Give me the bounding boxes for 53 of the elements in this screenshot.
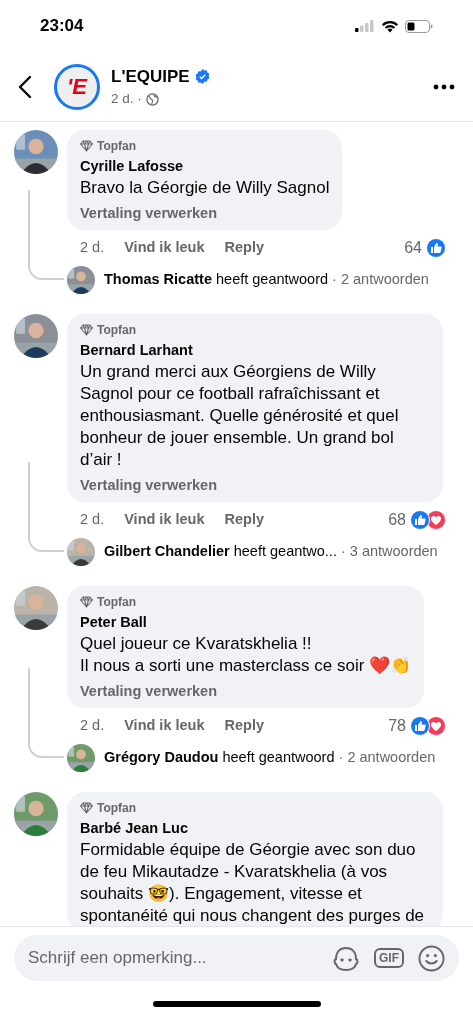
battery-icon [405, 19, 433, 33]
back-icon[interactable] [18, 74, 32, 99]
comment-author[interactable]: Barbé Jean Luc [80, 817, 430, 839]
gif-button[interactable]: GIF [374, 948, 404, 968]
translate-link[interactable]: Vertaling verwerken [80, 201, 330, 225]
comment-time: 2 d. [80, 716, 105, 736]
topfan-label: Topfan [97, 138, 137, 155]
translate-link[interactable]: Vertaling verwerken [80, 679, 412, 703]
reply-summary[interactable]: Gilbert Chandelier heeft geantwo... · 3 antwoorden [104, 541, 438, 563]
reply-link[interactable]: Reply [224, 509, 264, 531]
signal-icon [355, 20, 375, 32]
status-time: 23:04 [40, 15, 84, 38]
emoji-icon[interactable] [418, 944, 445, 972]
post-meta: 2 d. · [111, 90, 142, 109]
reply-link[interactable]: Reply [224, 715, 264, 737]
diamond-icon [80, 324, 93, 336]
reply-summary[interactable]: Thomas Ricatte heeft geantwoord · 2 antwoorden [104, 269, 429, 291]
reply-summary[interactable]: Grégory Daudou heeft geantwoord · 2 antwoorden [104, 747, 436, 769]
comment-field[interactable]: Schrijf een opmerking... GIF [14, 935, 459, 981]
comment-author[interactable]: Cyrille Lafosse [80, 155, 330, 177]
comment-text: Bravo la Géorgie de Willy Sagnol [80, 177, 330, 199]
topfan-label: Topfan [97, 594, 137, 611]
comment-text: Formidable équipe de Géorgie avec son duo de feu Mikautadze - Kvaratskhelia (à vos souhaits 🤓). Engagement, vitesse et spontanéité qui nous changent des purges de [80, 839, 426, 926]
comment-text: Un grand merci aux Géorgiens de Willy Sagnol pour ce football rafraîchissant et enthousiasmant. Quelle générosité et quel bonheur de jouer ensemble. Un grand bol d’air ! [80, 361, 400, 471]
like-link[interactable]: Vind ik leuk [124, 237, 205, 259]
heart-reaction-icon [426, 510, 446, 530]
diamond-icon [80, 802, 93, 814]
globe-icon [145, 92, 159, 106]
comment-time: 2 d. [80, 238, 105, 258]
topfan-label: Topfan [97, 800, 137, 817]
reaction-count: 64 [404, 238, 422, 258]
comment-author[interactable]: Peter Ball [80, 611, 412, 633]
like-link[interactable]: Vind ik leuk [124, 509, 205, 531]
more-icon[interactable] [433, 83, 455, 90]
like-reaction-icon [410, 510, 430, 530]
topfan-label: Topfan [97, 322, 137, 339]
page-name[interactable]: L'EQUIPE [111, 63, 190, 90]
avatar-sticker-icon[interactable] [332, 945, 360, 971]
comment-author[interactable]: Bernard Larhant [80, 339, 430, 361]
like-reaction-icon [410, 716, 430, 736]
comment-text: Quel joueur ce Kvaratskhelia !! Il nous a sorti une masterclass ce soir ❤👏 [80, 633, 412, 677]
like-link[interactable]: Vind ik leuk [124, 715, 205, 737]
reply-link[interactable]: Reply [224, 237, 264, 259]
like-reaction-icon [426, 238, 446, 258]
reaction-count: 68 [388, 510, 406, 530]
reaction-count: 78 [388, 716, 406, 736]
comment-time: 2 d. [80, 510, 105, 530]
diamond-icon [80, 140, 93, 152]
heart-reaction-icon [426, 716, 446, 736]
diamond-icon [80, 596, 93, 608]
page-logo[interactable]: 'E [54, 63, 100, 110]
translate-link[interactable]: Vertaling verwerken [80, 473, 430, 497]
wifi-icon [381, 19, 399, 33]
